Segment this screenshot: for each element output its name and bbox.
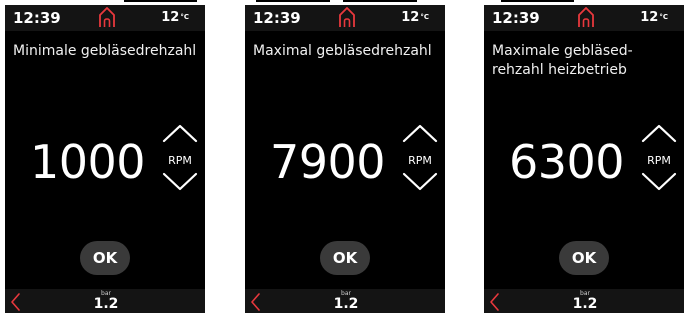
ok-button[interactable]: OK	[80, 241, 130, 275]
rpm-value: 7900	[270, 135, 386, 189]
unit-label: RPM	[408, 154, 432, 167]
page-title: Maximale gebläsed- rehzahl heizbetrieb	[492, 43, 633, 78]
pressure-value: 1.2	[572, 296, 598, 312]
unit-label: RPM	[647, 154, 671, 167]
rpm-value: 1000	[30, 135, 146, 189]
page-title: Maximal gebläsedrehzahl	[253, 43, 432, 59]
bottom-bar: bar 1.2	[5, 289, 205, 313]
increase-chevron-up-icon[interactable]	[640, 122, 678, 144]
decrease-chevron-down-icon[interactable]	[640, 171, 678, 193]
page-title: Minimale gebläsedrehzahl	[13, 43, 197, 59]
top-divider-line	[256, 0, 330, 2]
temperature-readout: 12°C	[161, 10, 189, 26]
temperature-readout: 12°C	[640, 10, 668, 26]
pressure-value: 1.2	[93, 296, 119, 312]
unit-label: RPM	[168, 154, 192, 167]
temperature-unit: °C	[180, 13, 189, 21]
decrease-chevron-down-icon[interactable]	[161, 171, 199, 193]
temperature-value: 12	[161, 10, 180, 25]
home-icon[interactable]	[337, 5, 357, 29]
screen-max-fan-speed: 12:39 12°C Maximal gebläsedrehzahl 7900 …	[245, 5, 445, 313]
temperature-readout: 12°C	[401, 10, 429, 26]
ok-button[interactable]: OK	[320, 241, 370, 275]
increase-chevron-up-icon[interactable]	[161, 122, 199, 144]
temperature-unit: °C	[659, 13, 668, 21]
bottom-bar: bar 1.2	[245, 289, 445, 313]
status-bar: 12:39 12°C	[245, 5, 445, 31]
screen-max-fan-speed-heating: 12:39 12°C Maximale gebläsed- rehzahl he…	[484, 5, 684, 313]
ok-button[interactable]: OK	[559, 241, 609, 275]
increase-chevron-up-icon[interactable]	[401, 122, 439, 144]
temperature-value: 12	[640, 10, 659, 25]
clock: 12:39	[253, 9, 301, 27]
status-bar: 12:39 12°C	[484, 5, 684, 31]
top-divider-line	[501, 0, 574, 2]
clock: 12:39	[492, 9, 540, 27]
top-divider-line	[124, 0, 197, 2]
rpm-value: 6300	[509, 135, 625, 189]
decrease-chevron-down-icon[interactable]	[401, 171, 439, 193]
pressure-value: 1.2	[333, 296, 359, 312]
home-icon[interactable]	[97, 5, 117, 29]
screen-min-fan-speed: 12:39 12°C Minimale gebläsedrehzahl 1000…	[5, 5, 205, 313]
clock: 12:39	[13, 9, 61, 27]
top-divider-line	[343, 0, 417, 2]
home-icon[interactable]	[576, 5, 596, 29]
status-bar: 12:39 12°C	[5, 5, 205, 31]
temperature-unit: °C	[420, 13, 429, 21]
temperature-value: 12	[401, 10, 420, 25]
bottom-bar: bar 1.2	[484, 289, 684, 313]
